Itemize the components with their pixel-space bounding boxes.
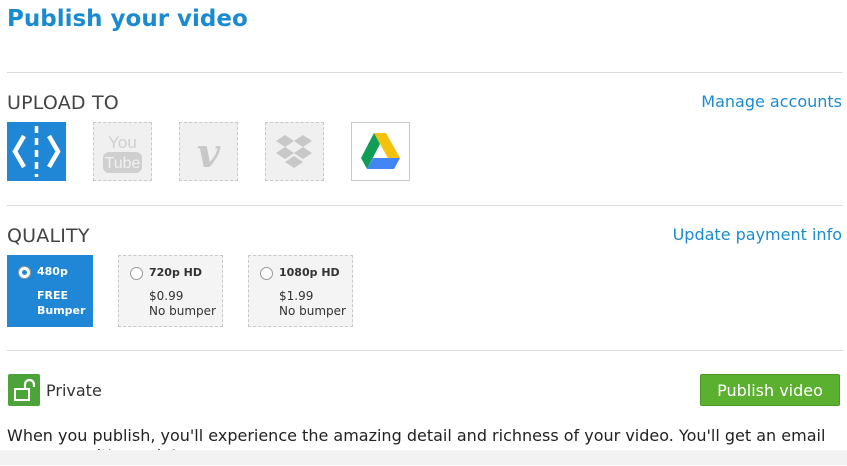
vimeo-icon: v — [197, 130, 221, 177]
quality-name: 480p — [37, 265, 68, 278]
upload-section-label: UPLOAD TO — [7, 92, 119, 114]
service-vimeo[interactable]: v — [179, 122, 238, 181]
google-drive-icon — [361, 133, 400, 169]
dropbox-icon — [276, 135, 312, 168]
divider — [7, 350, 843, 351]
svg-text:v: v — [197, 130, 221, 177]
service-youtube[interactable]: You Tube — [93, 122, 152, 181]
quality-bumper: No bumper — [279, 304, 346, 318]
service-dropbox[interactable] — [265, 122, 324, 181]
quality-option-1080p[interactable]: 1080p HD $1.99 No bumper — [248, 255, 353, 327]
service-google-drive[interactable] — [351, 122, 410, 181]
youtube-icon: You Tube — [103, 133, 142, 173]
page-title: Publish your video — [7, 6, 248, 32]
quality-name: 720p HD — [149, 266, 203, 279]
bottom-bar — [0, 450, 847, 465]
privacy-label: Private — [46, 381, 102, 400]
quality-bumper: No bumper — [149, 304, 216, 318]
service-camtasia[interactable] — [7, 122, 66, 181]
update-payment-link[interactable]: Update payment info — [673, 225, 842, 244]
radio-button[interactable] — [260, 267, 273, 280]
quality-price: FREE — [37, 289, 69, 302]
publish-video-button[interactable]: Publish video — [700, 374, 840, 406]
privacy-toggle[interactable] — [8, 374, 40, 406]
manage-accounts-link[interactable]: Manage accounts — [701, 92, 842, 111]
svg-text:Tube: Tube — [105, 155, 141, 172]
quality-option-480p[interactable]: 480p FREE Bumper — [7, 255, 93, 327]
unlock-icon — [14, 378, 35, 401]
quality-bumper: Bumper — [37, 304, 86, 317]
svg-text:You: You — [108, 133, 137, 152]
quality-name: 1080p HD — [279, 266, 340, 279]
radio-button[interactable] — [18, 266, 31, 279]
camtasia-icon — [12, 126, 61, 177]
radio-button[interactable] — [130, 267, 143, 280]
quality-price: $0.99 — [149, 289, 184, 303]
divider — [7, 205, 843, 206]
quality-section-label: QUALITY — [7, 225, 90, 247]
divider — [7, 72, 843, 73]
quality-option-720p[interactable]: 720p HD $0.99 No bumper — [118, 255, 223, 327]
quality-price: $1.99 — [279, 289, 314, 303]
